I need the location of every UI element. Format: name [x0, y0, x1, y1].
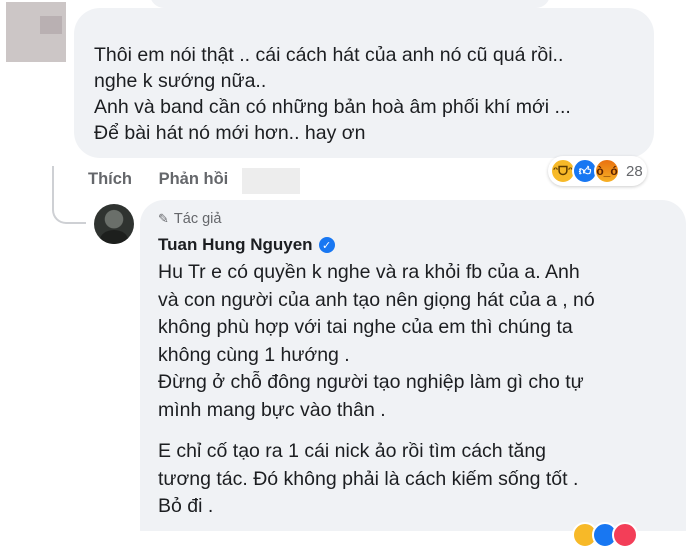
- comment-line: Thôi em nói thật .. cái cách hát của anh…: [94, 44, 564, 66]
- reply-line: E chỉ cố tạo ra 1 cái nick ảo rồi tìm cá…: [158, 440, 547, 462]
- reply-line: Đừng ở chỗ đông người tạo nghiệp làm gì …: [158, 371, 584, 393]
- pen-icon: ✎: [158, 211, 169, 226]
- reply-reaction-summary[interactable]: [572, 522, 638, 548]
- thread-connector: [52, 196, 86, 224]
- comment-bubble: Thôi em nói thật .. cái cách hát của anh…: [74, 8, 654, 158]
- blur-patch: [40, 16, 62, 34]
- reply-button[interactable]: Phản hồi: [159, 170, 229, 188]
- blurred-timestamp: [242, 168, 300, 194]
- commenter-avatar-blurred[interactable]: [6, 2, 66, 62]
- comment-line: Anh và band cần có những bản hoà âm phối…: [94, 96, 571, 118]
- author-name[interactable]: Tuan Hung Nguyen: [158, 235, 313, 255]
- reply-line: Hu Tr e có quyền k nghe và ra khỏi fb củ…: [158, 261, 580, 283]
- reply-line: và con người của anh tạo nên giọng hát c…: [158, 288, 595, 311]
- reply-line: không cùng 1 hướng .: [158, 343, 350, 366]
- reaction-count: 28: [626, 162, 643, 180]
- reply-paragraph-2: E chỉ cố tạo ra 1 cái nick ảo rồi tìm cá…: [158, 438, 686, 521]
- reaction-summary[interactable]: ᵔᗜᵔ 👍︎ ò_ó 28: [548, 156, 647, 186]
- reply-bubble: ✎ Tác giả Tuan Hung Nguyen ✓ Hu Tr e có …: [140, 200, 686, 531]
- angry-icon: ò_ó: [594, 158, 620, 184]
- reply-line: không phù hợp với tai nghe của em thì ch…: [158, 316, 573, 338]
- author-avatar[interactable]: [94, 204, 134, 244]
- comment-line: nghe k sướng nữa..: [94, 70, 267, 92]
- verified-check-icon: ✓: [318, 237, 335, 253]
- author-name-row: Tuan Hung Nguyen ✓: [158, 235, 686, 255]
- author-badge-label: Tác giả: [173, 211, 222, 227]
- reply-line: Bỏ đi .: [158, 495, 214, 517]
- like-button[interactable]: Thích: [88, 170, 132, 188]
- reply-paragraph-1: Hu Tr e có quyền k nghe và ra khỏi fb củ…: [158, 259, 686, 424]
- angry-icon: [612, 522, 638, 548]
- reply-line: mình mang bực vào thân .: [158, 398, 386, 421]
- author-badge: ✎ Tác giả: [158, 210, 686, 228]
- previous-comment-bubble: [150, 0, 550, 8]
- comment-actions: Thích Phản hồi: [88, 170, 250, 189]
- reply-line: tương tác. Đó không phải là cách kiếm số…: [158, 467, 579, 490]
- comment-line: Để bài hát nó mới hơn.. hay ơn: [94, 122, 366, 144]
